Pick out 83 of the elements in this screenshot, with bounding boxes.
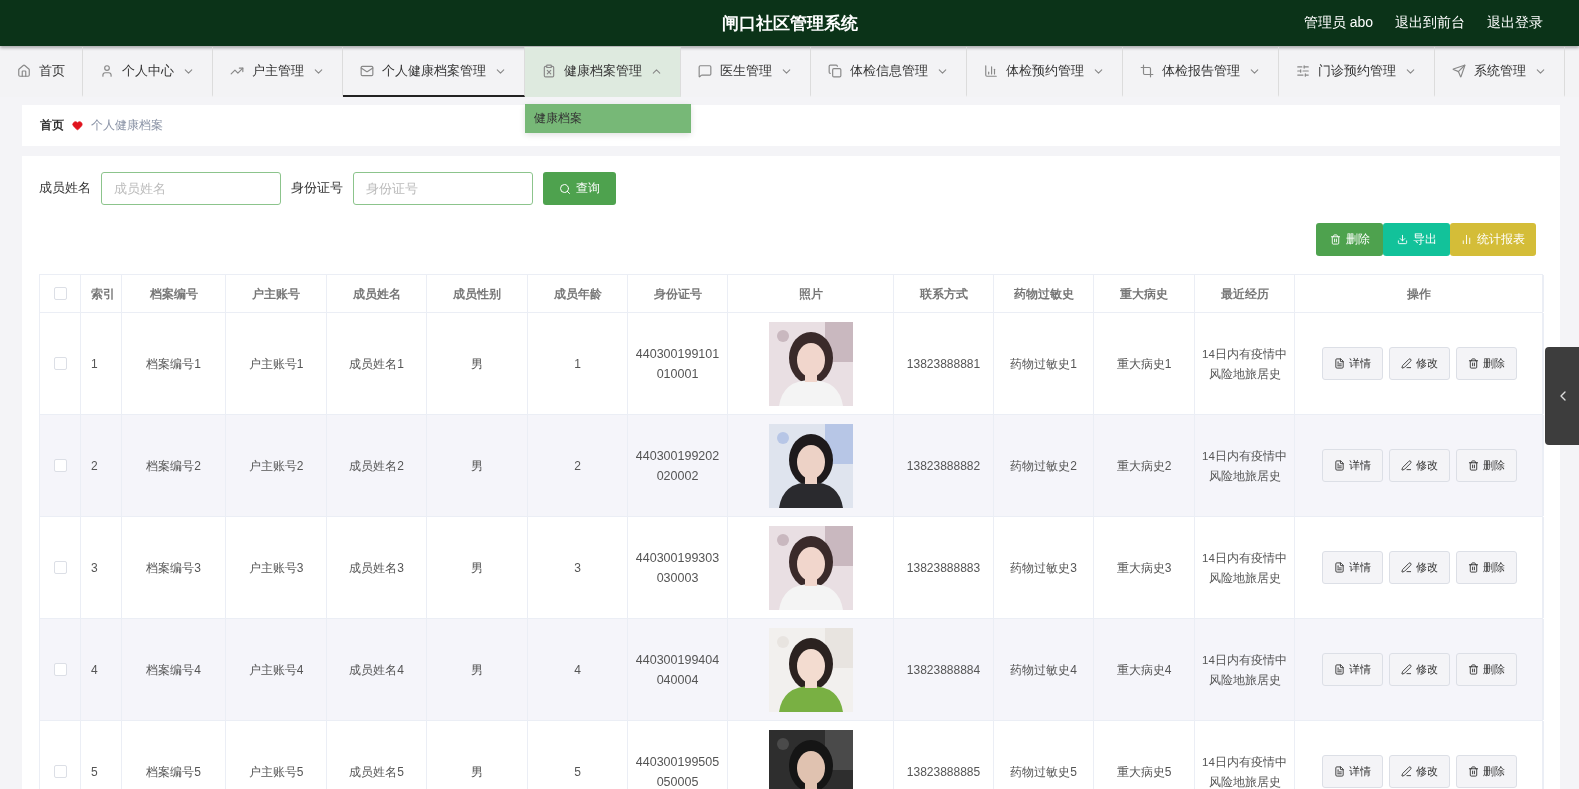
side-handle[interactable] xyxy=(1545,347,1579,445)
document-icon xyxy=(1333,460,1345,471)
table-cell: 户主账号5 xyxy=(226,721,327,789)
search-field[interactable]: 身份证号 xyxy=(353,172,533,205)
pen-icon xyxy=(1400,358,1412,369)
clipboard-icon xyxy=(542,64,556,78)
bar-chart-icon xyxy=(984,64,998,78)
detail-button[interactable]: 详情 xyxy=(1321,551,1383,584)
pen-icon xyxy=(1400,664,1412,675)
delete-button[interactable]: 删除 xyxy=(1455,551,1517,584)
send-icon xyxy=(1452,64,1466,78)
table-cell: 13823888885 xyxy=(894,721,994,789)
table-cell: 药物过敏史5 xyxy=(994,721,1094,789)
sliders-icon xyxy=(1296,64,1310,78)
delete-button[interactable]: 删除 xyxy=(1455,449,1517,482)
document-icon xyxy=(1333,358,1345,369)
dropdown-item[interactable]: 健康档案 xyxy=(525,104,691,133)
nav-tab[interactable]: 系统管理 xyxy=(1435,47,1565,97)
nav-tab[interactable]: 体检预约管理 xyxy=(967,47,1123,97)
table-cell: 档案编号5 xyxy=(122,721,226,789)
trash-icon xyxy=(1467,766,1479,777)
edit-button[interactable]: 修改 xyxy=(1388,755,1450,788)
checkbox[interactable] xyxy=(53,561,67,574)
edit-button[interactable]: 修改 xyxy=(1388,449,1450,482)
detail-button[interactable]: 详情 xyxy=(1321,347,1383,380)
user-icon xyxy=(100,64,114,78)
nav-tab[interactable]: 户主管理 xyxy=(213,47,343,97)
detail-button[interactable]: 详情 xyxy=(1321,653,1383,686)
table-cell: 440300199505050005 xyxy=(628,721,728,789)
document-icon xyxy=(1333,562,1345,573)
nav-tab[interactable]: 个人中心 xyxy=(83,47,213,97)
table-cell: 男 xyxy=(427,721,528,789)
crop-icon xyxy=(1140,64,1154,78)
pen-icon xyxy=(1400,766,1412,777)
edit-button[interactable]: 修改 xyxy=(1388,653,1450,686)
table-cell: 5 xyxy=(528,721,628,789)
detail-button[interactable]: 详情 xyxy=(1321,449,1383,482)
bar-chart-icon xyxy=(1461,234,1472,245)
trash-icon xyxy=(1467,664,1479,675)
header-link[interactable]: 退出到前台 xyxy=(1395,14,1465,32)
user-name: 管理员 abo xyxy=(1303,14,1373,32)
checkbox[interactable] xyxy=(53,765,67,778)
field-label: 身份证号 xyxy=(291,180,343,197)
document-icon xyxy=(1333,766,1345,777)
document-icon xyxy=(1333,664,1345,675)
home-icon xyxy=(17,64,31,78)
edit-button[interactable]: 修改 xyxy=(1388,551,1450,584)
breadcrumb-link[interactable]: 首页 xyxy=(40,117,64,134)
search-icon xyxy=(559,182,571,195)
pen-icon xyxy=(1400,562,1412,573)
table-cell: 重大病史5 xyxy=(1094,721,1195,789)
checkbox[interactable] xyxy=(53,287,67,300)
nav-tab[interactable]: 体检信息管理 xyxy=(811,47,967,97)
checkbox[interactable] xyxy=(53,663,67,676)
header-link[interactable]: 退出登录 xyxy=(1487,14,1543,32)
search-field[interactable]: 成员姓名 xyxy=(101,172,281,205)
trash-icon xyxy=(1467,460,1479,471)
checkbox[interactable] xyxy=(53,357,67,370)
nav-tab[interactable]: 首页 xyxy=(0,47,83,97)
table-cell: 成员姓名5 xyxy=(327,721,427,789)
trash-icon xyxy=(1329,234,1341,245)
nav-tab[interactable]: 体检报告管理 xyxy=(1123,47,1279,97)
mail-icon xyxy=(360,64,374,78)
chat-icon xyxy=(698,64,712,78)
heart-icon xyxy=(72,120,83,131)
table-cell: 5 xyxy=(81,721,122,789)
detail-button[interactable]: 详情 xyxy=(1321,755,1383,788)
table-cell: 14日内有疫情中风险地旅居史 xyxy=(1195,721,1295,789)
trash-icon xyxy=(1467,562,1479,573)
checkbox[interactable] xyxy=(53,459,67,472)
trash-icon xyxy=(1467,358,1479,369)
nav-tab[interactable]: 医生管理 xyxy=(681,47,811,97)
delete-button[interactable]: 删除 xyxy=(1455,347,1517,380)
edit-button[interactable]: 修改 xyxy=(1388,347,1450,380)
copy-icon xyxy=(828,64,842,78)
nav-tab[interactable]: 门诊预约管理 xyxy=(1279,47,1435,97)
nav-tab[interactable]: 健康档案管理 xyxy=(525,47,681,97)
download-icon xyxy=(1396,234,1408,245)
field-label: 成员姓名 xyxy=(39,180,91,197)
delete-button[interactable]: 删除 xyxy=(1455,653,1517,686)
delete-button[interactable]: 删除 xyxy=(1455,755,1517,788)
pen-icon xyxy=(1400,460,1412,471)
app-title: 闸口社区管理系统 xyxy=(721,12,858,35)
